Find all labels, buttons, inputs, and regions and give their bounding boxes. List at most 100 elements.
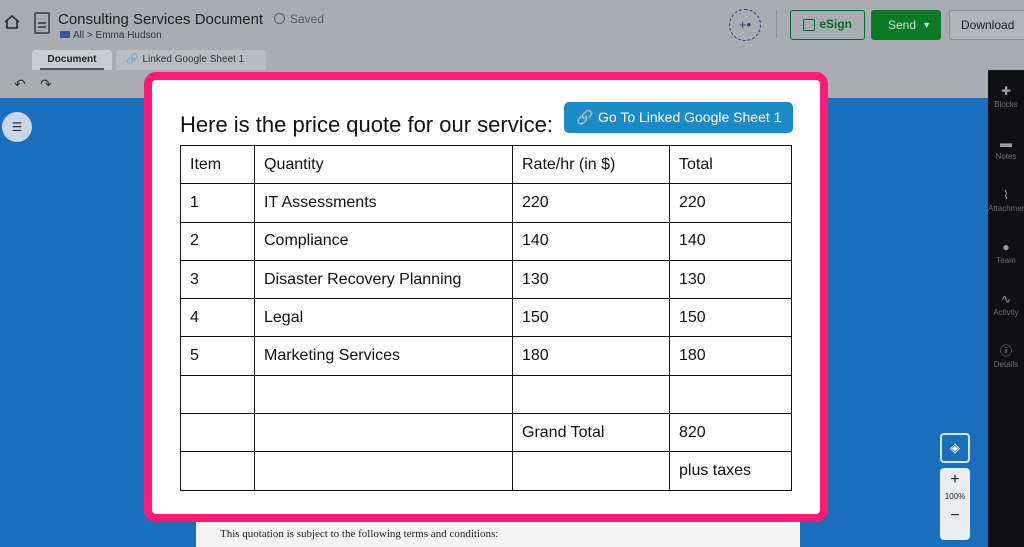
tab-linked-sheet[interactable]: 🔗 Linked Google Sheet 1 xyxy=(116,50,266,70)
esign-label: eSign xyxy=(819,17,852,31)
table-cell xyxy=(254,374,513,415)
table-cell xyxy=(512,451,670,491)
send-label: Send xyxy=(888,18,917,32)
sidebar-label-team: Team xyxy=(996,256,1016,265)
activity-icon: ∿ xyxy=(1000,292,1012,306)
chevron-down-icon: ▼ xyxy=(922,20,931,30)
table-cell: 220 xyxy=(512,183,670,223)
sidebar-label-activity: Activity xyxy=(993,308,1019,317)
download-button[interactable]: Download xyxy=(949,10,1024,40)
folder-icon xyxy=(60,31,70,38)
sidebar-label-attachments: Attachments xyxy=(988,204,1024,213)
table-cell: 150 xyxy=(512,298,670,338)
table-cell: 130 xyxy=(669,259,792,300)
breadcrumb: All > Emma Hudson xyxy=(60,30,162,41)
table-cell: 2 xyxy=(180,221,255,261)
taxes-note: plus taxes xyxy=(669,451,792,491)
price-table: Item Quantity Rate/hr (in $) Total 1 IT … xyxy=(180,144,792,491)
header-cell: Rate/hr (in $) xyxy=(512,144,670,185)
header-divider xyxy=(776,10,777,38)
table-cell: 150 xyxy=(669,298,792,338)
chat-icon: ▬ xyxy=(1000,136,1012,150)
home-icon[interactable] xyxy=(4,14,20,30)
sidebar-item-attachments[interactable]: ⌇ Attachments xyxy=(988,188,1024,213)
table-cell: 1 xyxy=(180,183,255,223)
sidebar-item-activity[interactable]: ∿ Activity xyxy=(988,292,1024,317)
check-circle-icon xyxy=(274,13,285,24)
table-cell: 140 xyxy=(512,221,670,261)
table-cell: Marketing Services xyxy=(254,336,513,376)
grand-total-value: 820 xyxy=(669,413,792,453)
table-cell: 140 xyxy=(669,221,792,261)
quote-heading: Here is the price quote for our service: xyxy=(180,112,553,137)
sidebar-item-notes[interactable]: ▬ Notes xyxy=(988,136,1024,161)
outline-icon[interactable]: ☰ xyxy=(2,112,32,142)
save-status: Saved xyxy=(274,12,324,26)
header-cell: Item xyxy=(180,144,255,185)
team-icon: ● xyxy=(1002,240,1010,254)
table-cell xyxy=(180,413,255,453)
table-row: 3 Disaster Recovery Planning 130 130 xyxy=(180,259,792,300)
table-cell xyxy=(254,413,513,453)
table-cell: IT Assessments xyxy=(254,183,513,223)
table-cell: 4 xyxy=(180,298,255,338)
puzzle-icon: ✚ xyxy=(1000,84,1012,98)
table-row: 4 Legal 150 150 xyxy=(180,298,792,338)
table-row xyxy=(180,374,792,415)
header-cell: Total xyxy=(669,144,792,185)
zoom-out-button[interactable]: − xyxy=(940,502,970,530)
table-header-row: Item Quantity Rate/hr (in $) Total xyxy=(180,144,792,185)
zoom-in-button[interactable]: + xyxy=(940,468,970,492)
breadcrumb-separator: > xyxy=(86,30,93,41)
table-row: 5 Marketing Services 180 180 xyxy=(180,336,792,376)
tab-bar: Document 🔗 Linked Google Sheet 1 xyxy=(0,48,1024,70)
table-row: plus taxes xyxy=(180,451,792,491)
table-row: 1 IT Assessments 220 220 xyxy=(180,183,792,223)
add-user-icon[interactable]: +• xyxy=(729,9,761,41)
document-icon xyxy=(34,12,50,34)
tab-document[interactable]: Document xyxy=(32,50,112,70)
table-cell xyxy=(512,374,670,415)
sidebar-item-blocks[interactable]: ✚ Blocks xyxy=(988,84,1024,109)
redo-icon[interactable]: ↷ xyxy=(40,76,52,93)
table-cell: 3 xyxy=(180,259,255,300)
highlighted-quote-block: Here is the price quote for our service:… xyxy=(144,72,828,522)
breadcrumb-user[interactable]: Emma Hudson xyxy=(96,30,162,41)
link-icon: 🔗 xyxy=(576,109,594,125)
table-cell xyxy=(669,374,792,415)
table-cell: 180 xyxy=(669,336,792,376)
go-to-sheet-button[interactable]: 🔗 Go To Linked Google Sheet 1 xyxy=(564,102,793,133)
breadcrumb-folder[interactable]: All xyxy=(73,30,84,41)
zoom-level: 100% xyxy=(944,492,966,501)
table-cell: 220 xyxy=(669,183,792,223)
sidebar-item-details[interactable]: ⓘ Details xyxy=(988,344,1024,369)
save-status-text: Saved xyxy=(290,12,325,26)
header-cell: Quantity xyxy=(254,144,513,185)
table-cell: 5 xyxy=(180,336,255,376)
esign-icon xyxy=(803,19,815,31)
grand-total-label: Grand Total xyxy=(512,413,670,453)
table-cell: Compliance xyxy=(254,221,513,261)
info-icon: ⓘ xyxy=(999,344,1012,358)
tab-linked-sheet-label: Linked Google Sheet 1 xyxy=(142,54,245,65)
table-cell: Legal xyxy=(254,298,513,338)
table-cell xyxy=(180,374,255,415)
table-row: 2 Compliance 140 140 xyxy=(180,221,792,261)
sidebar-label-details: Details xyxy=(993,360,1019,369)
esign-button[interactable]: eSign xyxy=(790,10,865,40)
sidebar-item-team[interactable]: ● Team xyxy=(988,240,1024,265)
paperclip-icon: ⌇ xyxy=(1003,188,1009,202)
table-cell xyxy=(254,451,513,491)
go-to-sheet-label: Go To Linked Google Sheet 1 xyxy=(598,109,782,125)
paint-bucket-icon[interactable]: ◈ xyxy=(940,433,970,463)
send-button[interactable]: Send ▼ xyxy=(871,10,941,40)
link-icon: 🔗 xyxy=(126,54,139,65)
document-title[interactable]: Consulting Services Document xyxy=(58,11,263,28)
table-cell xyxy=(180,451,255,491)
right-sidebar: ✚ Blocks ▬ Notes ⌇ Attachments ● Team ∿ Activ… xyxy=(988,70,1024,547)
undo-icon[interactable]: ↶ xyxy=(14,76,26,93)
zoom-control: + 100% − xyxy=(940,468,970,540)
sidebar-label-notes: Notes xyxy=(995,152,1017,161)
table-cell: Disaster Recovery Planning xyxy=(254,259,513,300)
table-row: Grand Total 820 xyxy=(180,413,792,453)
